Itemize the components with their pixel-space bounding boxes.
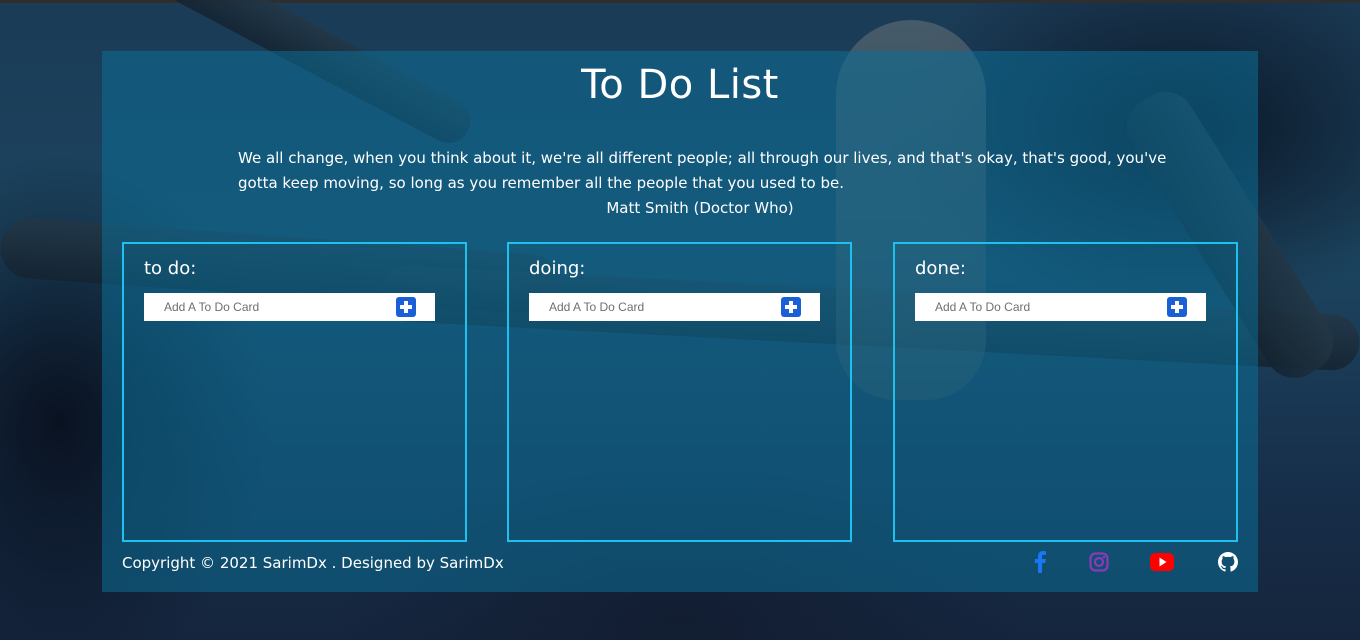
quote-text: We all change, when you think about it, … bbox=[238, 149, 1167, 192]
copyright-text: Copyright © 2021 SarimDx . Designed by S… bbox=[122, 554, 504, 572]
facebook-icon[interactable] bbox=[1028, 550, 1052, 574]
add-card-form bbox=[144, 293, 435, 321]
instagram-icon[interactable] bbox=[1087, 550, 1111, 574]
add-card-input[interactable] bbox=[915, 293, 1155, 321]
plus-icon bbox=[789, 301, 793, 313]
add-card-input[interactable] bbox=[529, 293, 769, 321]
github-icon[interactable] bbox=[1216, 550, 1240, 574]
column-title: to do: bbox=[144, 258, 197, 279]
add-card-form bbox=[529, 293, 820, 321]
add-card-button[interactable] bbox=[781, 297, 801, 317]
plus-icon bbox=[1175, 301, 1179, 313]
column-title: done: bbox=[915, 258, 966, 279]
add-card-form bbox=[915, 293, 1206, 321]
column-todo: to do: bbox=[122, 242, 467, 542]
column-title: doing: bbox=[529, 258, 586, 279]
youtube-icon[interactable] bbox=[1150, 550, 1174, 574]
column-done: done: bbox=[893, 242, 1238, 542]
page-title: To Do List bbox=[581, 62, 779, 108]
add-card-button[interactable] bbox=[1167, 297, 1187, 317]
add-card-button[interactable] bbox=[396, 297, 416, 317]
quote-author: Matt Smith (Doctor Who) bbox=[606, 199, 794, 217]
add-card-input[interactable] bbox=[144, 293, 384, 321]
plus-icon bbox=[404, 301, 408, 313]
column-doing: doing: bbox=[507, 242, 852, 542]
